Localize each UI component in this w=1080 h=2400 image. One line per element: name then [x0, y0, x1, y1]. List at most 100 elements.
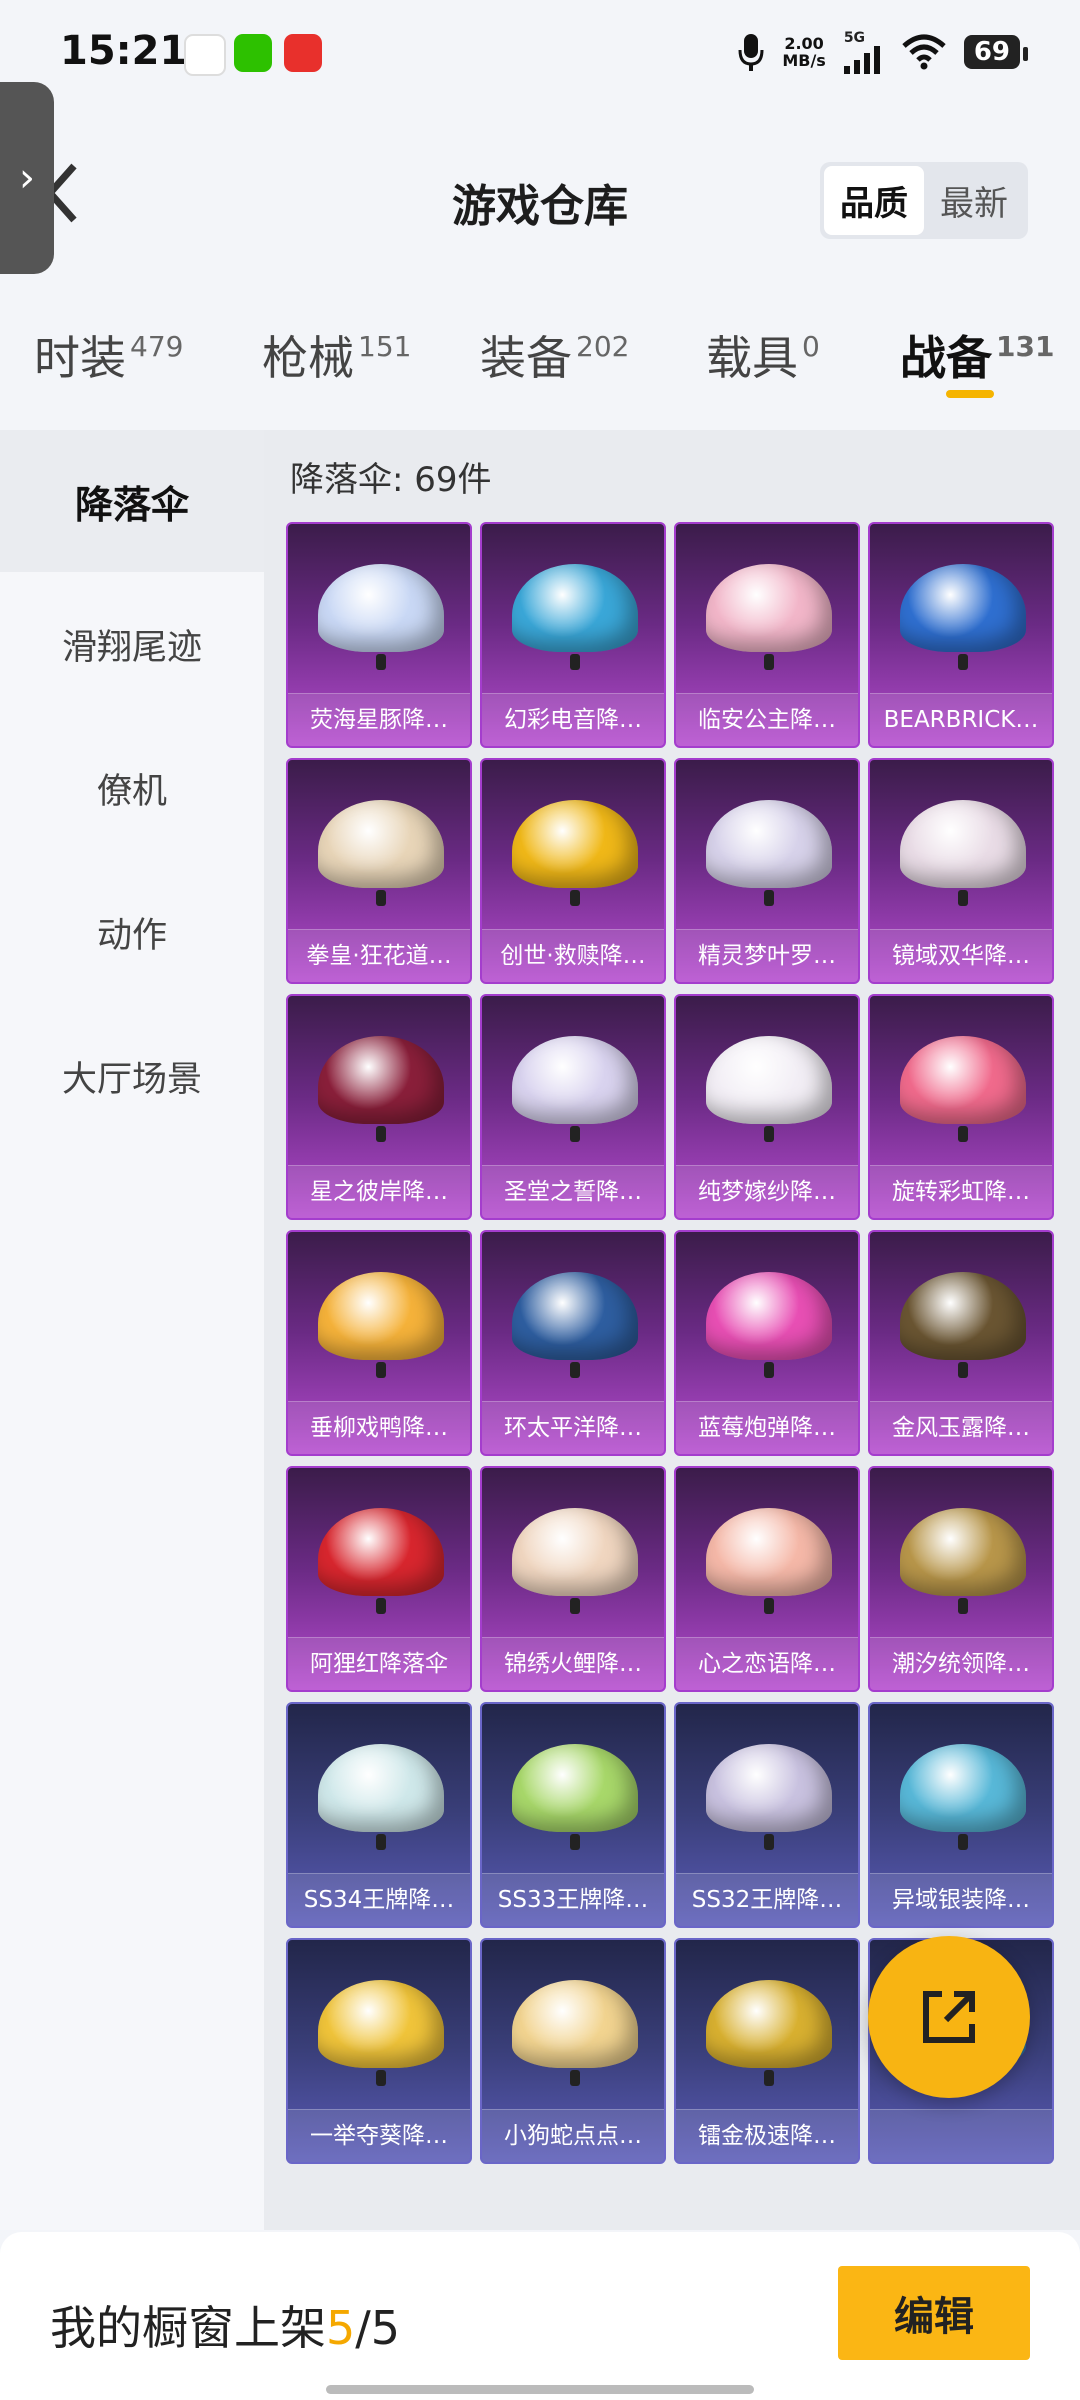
net-speed: 2.00 MB/s	[782, 34, 826, 70]
parachute-image	[900, 800, 1026, 906]
tab-vehicles[interactable]: 载具 0	[706, 322, 820, 388]
parachute-image	[318, 800, 444, 906]
share-button[interactable]	[868, 1936, 1030, 2098]
parachute-name: 镜域双华降…	[870, 929, 1052, 982]
parachute-card[interactable]: 潮汐统领降…	[868, 1466, 1054, 1692]
item-grid: 荧海星豚降… 幻彩电音降… 临安公主降… BEARBRICK… 拳皇·狂花道… 创世·救赎…	[286, 522, 1062, 2164]
parachute-card[interactable]: 镭金极速降…	[674, 1938, 860, 2164]
tab-fashion[interactable]: 时装 479	[34, 322, 183, 388]
parachute-name: 锦绣火鲤降…	[482, 1637, 664, 1690]
parachute-card[interactable]: 旋转彩虹降…	[868, 994, 1054, 1220]
parachute-name: 拳皇·狂花道…	[288, 929, 470, 982]
parachute-card[interactable]: SS33王牌降…	[480, 1702, 666, 1928]
parachute-name: 一举夺葵降…	[288, 2109, 470, 2162]
sort-option-quality[interactable]: 品质	[824, 166, 924, 235]
parachute-image	[318, 1508, 444, 1614]
parachute-image	[706, 1272, 832, 1378]
parachute-name: 纯梦嫁纱降…	[676, 1165, 858, 1218]
network-type: 5G	[843, 30, 866, 46]
microphone-icon	[738, 34, 764, 71]
tab-firearms[interactable]: 枪械 151	[262, 322, 411, 388]
parachute-card[interactable]: 金风玉露降…	[868, 1230, 1054, 1456]
home-indicator	[326, 2385, 754, 2394]
parachute-card[interactable]: 纯梦嫁纱降…	[674, 994, 860, 1220]
sidebar-item-lobby-scene[interactable]: 大厅场景	[0, 1004, 264, 1148]
parachute-image	[512, 1744, 638, 1850]
parachute-image	[512, 800, 638, 906]
parachute-card[interactable]: 环太平洋降…	[480, 1230, 666, 1456]
status-bar: 15:21 2.00 MB/s 5G 69	[0, 0, 1080, 110]
parachute-card[interactable]: 异域银装降…	[868, 1702, 1054, 1928]
parachute-image	[900, 1744, 1026, 1850]
parachute-image	[318, 1980, 444, 2086]
parachute-name: 镭金极速降…	[676, 2109, 858, 2162]
page-header: 游戏仓库 品质 最新	[0, 110, 1080, 280]
sort-toggle: 品质 最新	[820, 162, 1028, 239]
sidebar-item-parachute[interactable]: 降落伞	[0, 430, 264, 572]
parachute-image	[512, 1272, 638, 1378]
parachute-image	[512, 564, 638, 670]
parachute-card[interactable]: SS32王牌降…	[674, 1702, 860, 1928]
parachute-image	[900, 1036, 1026, 1142]
parachute-name: 创世·救赎降…	[482, 929, 664, 982]
parachute-card[interactable]: SS34王牌降…	[286, 1702, 472, 1928]
parachute-card[interactable]: 一举夺葵降…	[286, 1938, 472, 2164]
parachute-card[interactable]: 蓝莓炮弹降…	[674, 1230, 860, 1456]
game-app-icon	[284, 34, 322, 72]
parachute-image	[318, 1036, 444, 1142]
parachute-image	[706, 564, 832, 670]
side-panel-handle[interactable]: ›	[0, 82, 54, 274]
tab-tactical[interactable]: 战备 131	[900, 322, 1054, 388]
sidebar-item-wingman[interactable]: 僚机	[0, 716, 264, 860]
parachute-name: 垂柳戏鸭降…	[288, 1401, 470, 1454]
category-tabs: 时装 479 枪械 151 装备 202 载具 0 战备 131	[0, 280, 1080, 430]
showcase-status: 我的橱窗上架5/5	[50, 2301, 401, 2355]
parachute-card[interactable]: 荧海星豚降…	[286, 522, 472, 748]
parachute-card[interactable]: 镜域双华降…	[868, 758, 1054, 984]
parachute-card[interactable]: 圣堂之誓降…	[480, 994, 666, 1220]
parachute-name: 圣堂之誓降…	[482, 1165, 664, 1218]
parachute-name: 阿狸红降落伞	[288, 1637, 470, 1690]
parachute-name: 环太平洋降…	[482, 1401, 664, 1454]
parachute-name	[870, 2109, 1052, 2162]
parachute-image	[318, 1272, 444, 1378]
parachute-card[interactable]: 幻彩电音降…	[480, 522, 666, 748]
parachute-name: 精灵梦叶罗…	[676, 929, 858, 982]
parachute-image	[512, 1036, 638, 1142]
parachute-image	[512, 1980, 638, 2086]
parachute-card[interactable]: 阿狸红降落伞	[286, 1466, 472, 1692]
wifi-icon	[902, 34, 946, 70]
parachute-card[interactable]: 心之恋语降…	[674, 1466, 860, 1692]
parachute-image	[706, 1744, 832, 1850]
parachute-card[interactable]: 锦绣火鲤降…	[480, 1466, 666, 1692]
sidebar-item-emote[interactable]: 动作	[0, 860, 264, 1004]
parachute-name: 蓝莓炮弹降…	[676, 1401, 858, 1454]
parachute-card[interactable]: 临安公主降…	[674, 522, 860, 748]
sidebar-item-glide-trail[interactable]: 滑翔尾迹	[0, 572, 264, 716]
parachute-card[interactable]: 拳皇·狂花道…	[286, 758, 472, 984]
parachute-name: 星之彼岸降…	[288, 1165, 470, 1218]
parachute-name: SS32王牌降…	[676, 1873, 858, 1926]
chevron-right-icon: ›	[19, 155, 35, 201]
parachute-card[interactable]: 垂柳戏鸭降…	[286, 1230, 472, 1456]
parachute-image	[512, 1508, 638, 1614]
parachute-card[interactable]: 精灵梦叶罗…	[674, 758, 860, 984]
sort-option-newest[interactable]: 最新	[924, 166, 1024, 235]
wechat-icon	[234, 34, 272, 72]
parachute-image	[900, 1508, 1026, 1614]
parachute-card[interactable]: 创世·救赎降…	[480, 758, 666, 984]
maps-app-icon	[184, 34, 226, 76]
signal-icon	[843, 46, 880, 74]
parachute-name: 心之恋语降…	[676, 1637, 858, 1690]
parachute-name: BEARBRICK…	[870, 693, 1052, 746]
parachute-image	[706, 800, 832, 906]
edit-button[interactable]: 编辑	[838, 2266, 1030, 2360]
parachute-name: 临安公主降…	[676, 693, 858, 746]
parachute-image	[706, 1980, 832, 2086]
parachute-card[interactable]: 星之彼岸降…	[286, 994, 472, 1220]
tab-equipment[interactable]: 装备 202	[480, 322, 629, 388]
item-count-label: 降落伞: 69件	[290, 460, 492, 500]
status-time: 15:21	[60, 28, 188, 74]
parachute-card[interactable]: BEARBRICK…	[868, 522, 1054, 748]
parachute-card[interactable]: 小狗蛇点点…	[480, 1938, 666, 2164]
